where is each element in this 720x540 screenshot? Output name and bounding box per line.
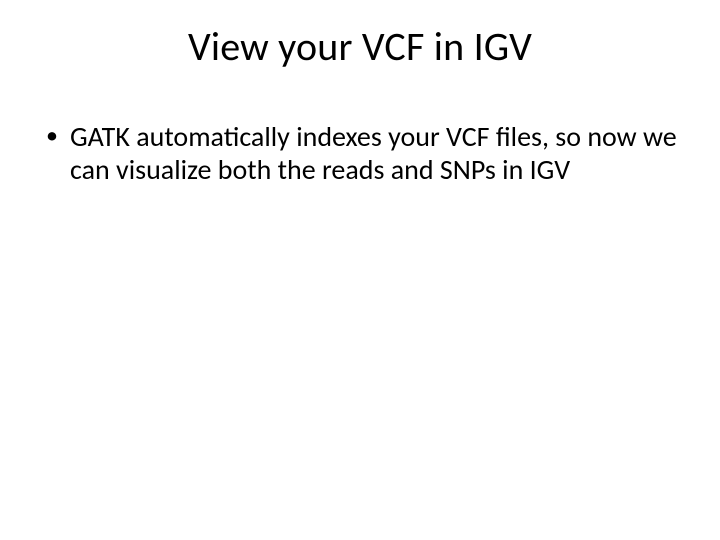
bullet-list: GATK automatically indexes your VCF file…: [40, 120, 680, 186]
slide-body: GATK automatically indexes your VCF file…: [40, 120, 680, 186]
bullet-item: GATK automatically indexes your VCF file…: [40, 120, 680, 186]
slide-title: View your VCF in IGV: [0, 22, 720, 71]
slide: View your VCF in IGV GATK automatically …: [0, 0, 720, 540]
